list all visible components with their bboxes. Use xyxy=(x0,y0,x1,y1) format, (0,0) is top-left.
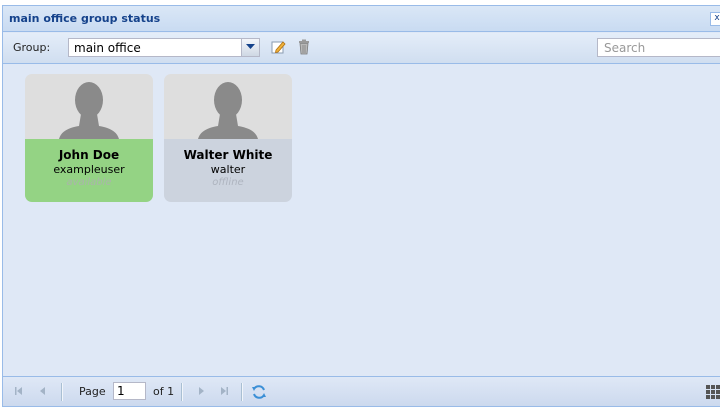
avatar xyxy=(164,74,292,139)
user-card-walter-white[interactable]: Walter White walter offline xyxy=(164,74,292,202)
group-label: Group: xyxy=(13,41,51,54)
user-status: offline xyxy=(212,177,244,188)
user-name: Walter White xyxy=(183,148,273,162)
refresh-icon[interactable] xyxy=(251,384,267,400)
dropdown-trigger[interactable] xyxy=(241,39,259,56)
last-page-icon[interactable] xyxy=(219,386,229,396)
user-name: John Doe xyxy=(58,148,120,162)
close-button[interactable]: x xyxy=(710,12,720,26)
user-card-info: John Doe exampleuser available xyxy=(25,139,153,202)
person-silhouette-icon xyxy=(59,82,119,139)
person-silhouette-icon xyxy=(198,82,258,139)
page-number-input[interactable] xyxy=(113,382,146,400)
user-card-info: Walter White walter offline xyxy=(164,139,292,202)
separator xyxy=(181,383,183,401)
first-page-icon[interactable] xyxy=(14,386,24,396)
chevron-down-icon xyxy=(246,44,255,49)
paging-toolbar: Page of 1 xyxy=(3,376,720,406)
user-card-area: John Doe exampleuser available Walter Wh… xyxy=(3,64,720,378)
page-count-label: of 1 xyxy=(153,385,175,398)
group-select[interactable]: main office xyxy=(68,38,260,57)
trash-icon[interactable] xyxy=(296,39,312,55)
user-username: exampleuser xyxy=(53,163,125,176)
grid-icon[interactable] xyxy=(706,385,720,399)
page-label: Page xyxy=(79,385,106,398)
panel-header: main office group status x xyxy=(3,6,720,32)
toolbar: Group: main office xyxy=(3,33,720,64)
separator xyxy=(241,383,243,401)
avatar xyxy=(25,74,153,139)
user-status: available xyxy=(66,177,112,188)
separator xyxy=(61,383,63,401)
user-username: walter xyxy=(210,163,246,176)
next-page-icon[interactable] xyxy=(196,386,206,396)
group-select-value: main office xyxy=(74,41,141,55)
group-status-panel: main office group status x Group: main o… xyxy=(2,5,720,407)
edit-icon[interactable] xyxy=(271,39,287,55)
prev-page-icon[interactable] xyxy=(38,386,48,396)
panel-title: main office group status xyxy=(9,12,161,25)
user-card-john-doe[interactable]: John Doe exampleuser available xyxy=(25,74,153,202)
search-input[interactable] xyxy=(597,38,720,57)
